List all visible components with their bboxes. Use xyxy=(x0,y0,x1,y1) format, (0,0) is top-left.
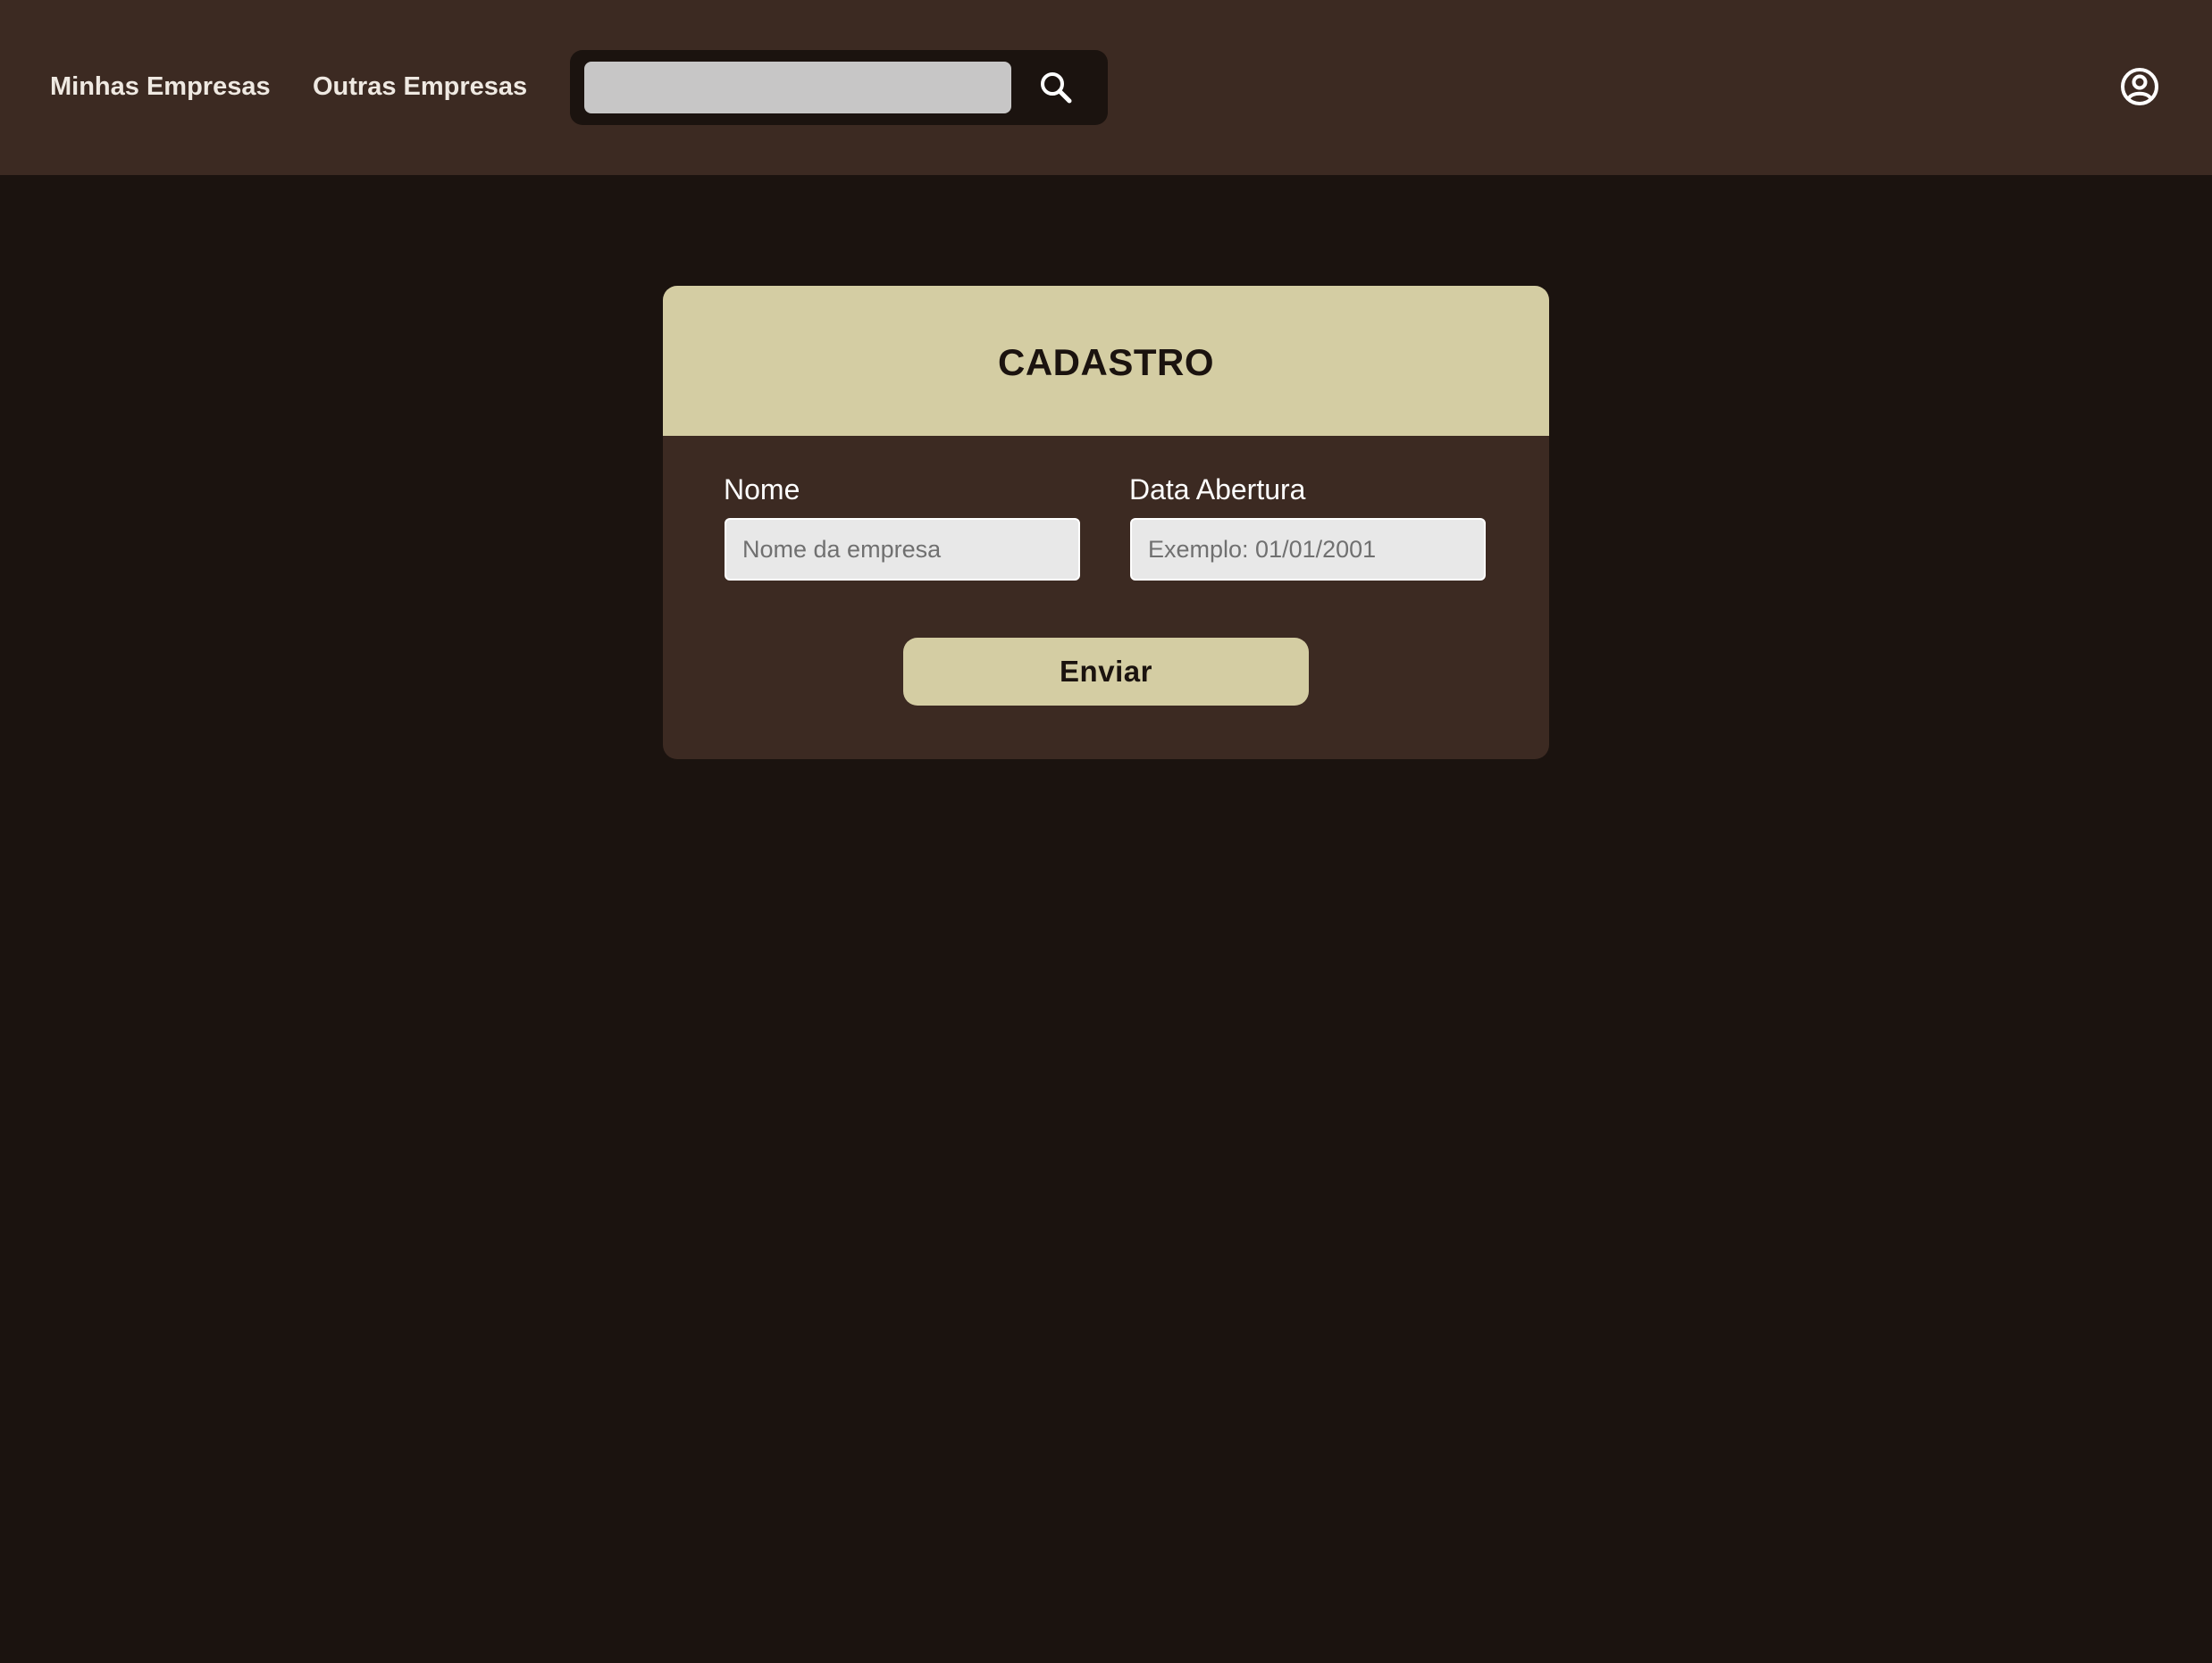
card-title: CADASTRO xyxy=(998,341,1214,383)
card-header: CADASTRO xyxy=(663,286,1549,436)
nome-label: Nome xyxy=(724,473,800,506)
nav-link-outras-empresas[interactable]: Outras Empresas xyxy=(313,66,527,107)
search-bar xyxy=(570,50,1108,125)
user-profile-button[interactable] xyxy=(2119,66,2160,107)
search-button[interactable] xyxy=(1031,63,1081,113)
data-abertura-label: Data Abertura xyxy=(1129,473,1306,506)
registration-card: CADASTRO Nome Data Abertura Enviar xyxy=(663,286,1549,759)
nav-link-minhas-empresas[interactable]: Minhas Empresas xyxy=(50,66,271,107)
top-navbar: Minhas Empresas Outras Empresas xyxy=(0,0,2212,175)
data-abertura-field[interactable] xyxy=(1130,518,1486,581)
search-icon xyxy=(1041,72,1072,104)
submit-button[interactable]: Enviar xyxy=(903,638,1309,706)
search-input[interactable] xyxy=(584,62,1011,113)
nome-field[interactable] xyxy=(725,518,1080,581)
user-circle-icon xyxy=(2121,68,2158,105)
